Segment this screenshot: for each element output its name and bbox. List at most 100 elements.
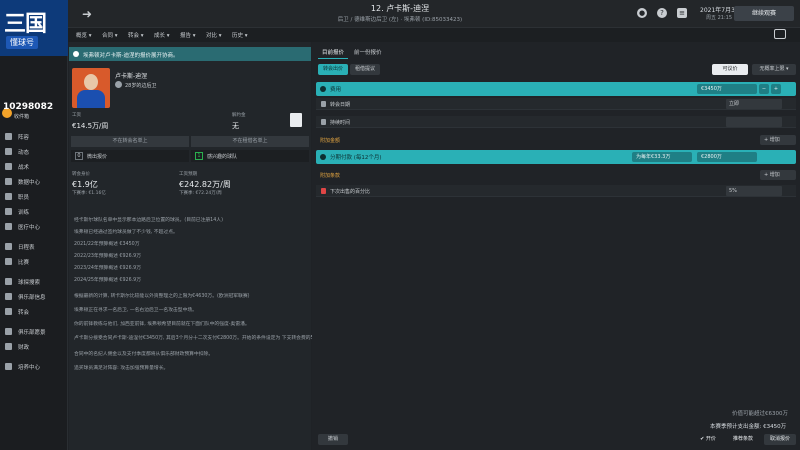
- loan-offer-button[interactable]: 租借提议: [350, 64, 380, 75]
- screenshot-icon[interactable]: [774, 29, 786, 39]
- sidebar-item-scouting[interactable]: 球探搜索: [0, 275, 68, 288]
- fee-input[interactable]: €3450万: [697, 84, 757, 94]
- value-amount: €1.9亿: [72, 180, 98, 189]
- next-sale-dropdown[interactable]: 5%: [726, 186, 782, 196]
- news-line: 卢卡斯分接受合同卢卡斯-迪涅付€3450万, 其后3个月分十二次支付€2800万…: [74, 336, 323, 341]
- fee-minus-button[interactable]: −: [759, 84, 769, 94]
- player-shirt: [77, 90, 105, 108]
- value-next-season: 下赛季: €1.16亿: [72, 191, 106, 196]
- news-line: 你的前锋教练与他们, 加西亚前锋, 埃弗顿希望目前就在下面们队中的强度-奥雷潘。: [74, 322, 250, 327]
- negotiable-button[interactable]: 可议价: [712, 64, 748, 75]
- news-line: 追买球员满足对阵容: 攻击加强预算量增长。: [74, 366, 169, 371]
- wage-demand-label: 工资预期: [179, 172, 197, 177]
- value-limit-note: 价值可能超过€6300万: [732, 411, 788, 417]
- sidebar-item-finance[interactable]: 财政: [0, 340, 68, 353]
- menu-transfer[interactable]: 转会 ▾: [128, 31, 144, 39]
- staff-icon: [5, 193, 12, 200]
- medical-icon: [5, 223, 12, 230]
- vision-icon: [5, 328, 12, 335]
- sidebar-item-club-info[interactable]: 俱乐部信息: [0, 290, 68, 303]
- logo-sub: 懂球号: [6, 36, 38, 49]
- wage-label: 工资: [72, 113, 81, 118]
- player-panel: 埃弗顿对卢卡斯-迪涅的报价展开协商。 卢卡斯-迪涅 28岁的边后卫 工资 €14…: [69, 42, 323, 450]
- player-age: 28岁的边后卫: [125, 83, 157, 89]
- wage-value: €14.5万/周: [72, 122, 109, 130]
- sidebar-item-data[interactable]: 数据中心: [0, 175, 68, 188]
- club-id: 10298082: [3, 102, 54, 112]
- installment-rate-input[interactable]: 为每年€33.3万: [632, 152, 692, 162]
- club-logo[interactable]: 三国 懂球号: [0, 0, 68, 56]
- news-line: 2024/25年预算概述 €926.9万: [74, 278, 142, 283]
- sidebar-item-tactics[interactable]: 战术: [0, 160, 68, 173]
- lock-icon: [321, 101, 326, 107]
- wage-demand-amount: €242.82万/周: [179, 180, 231, 189]
- menu-overview[interactable]: 概览 ▾: [76, 31, 92, 39]
- transfer-date-dropdown[interactable]: 立即: [726, 99, 782, 109]
- sidebar-item-transfers[interactable]: 转会: [0, 305, 68, 318]
- menu-contract[interactable]: 合同 ▾: [102, 31, 118, 39]
- help-icon[interactable]: ?: [657, 8, 667, 18]
- bookmark-icon[interactable]: [290, 113, 302, 127]
- bulb-icon[interactable]: ●: [637, 8, 647, 18]
- undo-button[interactable]: 撤销: [318, 434, 348, 445]
- sidebar: 10298082 收件箱 阵容 动态 战术 数据中心 职员 训练 医疗中心 日程…: [0, 56, 68, 450]
- sidebar-item-squad[interactable]: 阵容: [0, 130, 68, 143]
- tab-current-offer[interactable]: 目前报价: [318, 47, 349, 59]
- scout-icon: [5, 278, 12, 285]
- game-time: 周五 21:15: [706, 15, 732, 21]
- check-icon: [320, 154, 326, 160]
- cancel-offer-button[interactable]: 取消报价: [764, 434, 796, 445]
- sidebar-item-medical[interactable]: 医疗中心: [0, 220, 68, 233]
- sidebar-item-schedule[interactable]: 日程表: [0, 240, 68, 253]
- menu-compare[interactable]: 对比 ▾: [206, 31, 222, 39]
- interested-count: 1: [195, 152, 203, 160]
- offers-count-row[interactable]: 0 微出报价: [71, 150, 189, 162]
- add-extra-fee-button[interactable]: + 增加: [760, 135, 796, 145]
- chart-icon: [5, 178, 12, 185]
- menu-history[interactable]: 历史 ▾: [232, 31, 248, 39]
- player-name[interactable]: 卢卡斯-迪涅: [115, 71, 147, 80]
- lock-icon: [320, 86, 326, 92]
- duration-dropdown[interactable]: [726, 117, 782, 127]
- info-icon: [73, 51, 79, 57]
- installment-amount-input[interactable]: €2800万: [697, 152, 757, 162]
- continue-button[interactable]: 继续观赛: [734, 6, 794, 21]
- fee-plus-button[interactable]: +: [771, 84, 781, 94]
- limit-dropdown[interactable]: 无概率上限 ▾: [752, 64, 796, 75]
- menu-growth[interactable]: 成长 ▾: [154, 31, 170, 39]
- sidebar-item-development[interactable]: 培养中心: [0, 360, 68, 373]
- news-line: 2022/23年预算概述 €926.9万: [74, 254, 142, 259]
- transfer-list-status[interactable]: 不在转会名单上: [71, 136, 189, 147]
- sidebar-item-vision[interactable]: 俱乐部愿景: [0, 325, 68, 338]
- news-line: 经卡斯尔球队名单中显示那本边路后卫位置的球员。(目前已注册14人): [74, 218, 223, 223]
- news-line: 合同中的名纪人佣金以及支付季度都将从俱乐部财政预算中扣除。: [74, 352, 214, 357]
- menu-bar: 概览 ▾ 合同 ▾ 转会 ▾ 成长 ▾ 报告 ▾ 对比 ▾ 历史 ▾: [68, 28, 800, 42]
- sidebar-item-training[interactable]: 训练: [0, 205, 68, 218]
- transfer-date-row: 转会日期 立即: [316, 98, 796, 110]
- recommend-terms-button[interactable]: 推荐条款: [724, 434, 762, 445]
- menu-report[interactable]: 报告 ▾: [180, 31, 196, 39]
- sidebar-item-staff[interactable]: 职员: [0, 190, 68, 203]
- submit-offer-button[interactable]: ✔ 开价: [694, 434, 722, 445]
- lock-icon: [321, 119, 326, 125]
- fee-row[interactable]: 费用 €3450万 − +: [316, 82, 796, 96]
- inbox-label[interactable]: 收件箱: [14, 113, 29, 120]
- installment-row[interactable]: 分期付款 (每12个月) 为每年€33.3万 €2800万: [316, 150, 796, 164]
- sidebar-item-news[interactable]: 动态: [0, 145, 68, 158]
- player-photo: [72, 68, 110, 108]
- add-clause-button[interactable]: + 增加: [760, 170, 796, 180]
- negotiation-info-bar: 埃弗顿对卢卡斯-迪涅的报价展开协商。: [69, 47, 311, 61]
- extra-fee-heading: 附加金额: [320, 138, 341, 144]
- sidebar-item-match[interactable]: 比赛: [0, 255, 68, 268]
- news-line: 2023/24年预算概述 €926.9万: [74, 266, 142, 271]
- settings-icon[interactable]: ≡: [677, 8, 687, 18]
- loan-list-status[interactable]: 不在租借名单上: [191, 136, 309, 147]
- warning-icon: [321, 188, 326, 194]
- value-label: 转会身价: [72, 172, 90, 177]
- release-value: 无: [232, 122, 239, 130]
- tab-previous-offer[interactable]: 前一份报价: [350, 47, 386, 59]
- age-icon: [115, 81, 122, 88]
- interested-clubs-row[interactable]: 1 感兴趣的球队: [191, 150, 309, 162]
- transfer-bid-button[interactable]: 转会出价: [318, 64, 348, 75]
- news-line: 2021/22年预算概述 €3450万: [74, 242, 140, 247]
